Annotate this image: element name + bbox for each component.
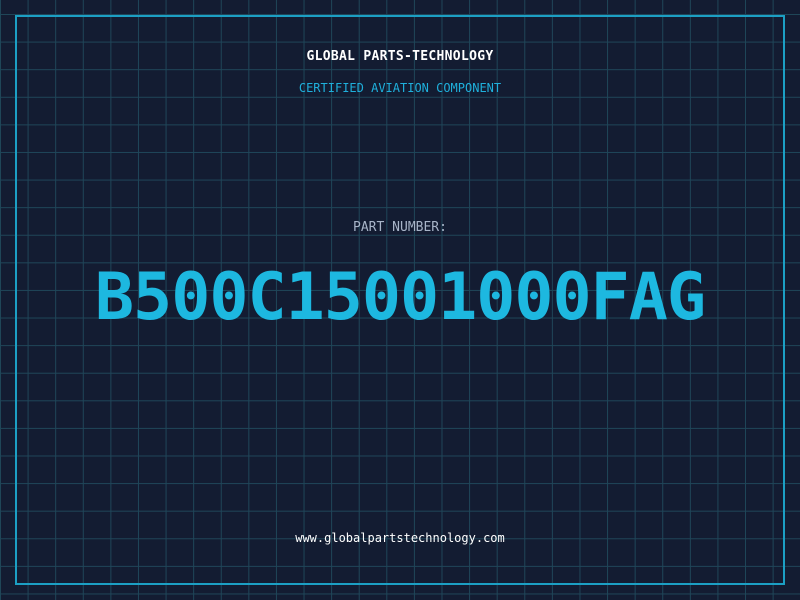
part-card: GLOBAL PARTS-TECHNOLOGY CERTIFIED AVIATI… <box>0 0 800 600</box>
part-number-label: PART NUMBER: <box>353 220 447 235</box>
brand-subtitle: CERTIFIED AVIATION COMPONENT <box>298 81 502 95</box>
part-number-value: B500C15001000FAG <box>94 260 706 335</box>
website-url: www.globalpartstechnology.com <box>295 531 505 545</box>
brand-title: GLOBAL PARTS-TECHNOLOGY <box>306 49 494 64</box>
